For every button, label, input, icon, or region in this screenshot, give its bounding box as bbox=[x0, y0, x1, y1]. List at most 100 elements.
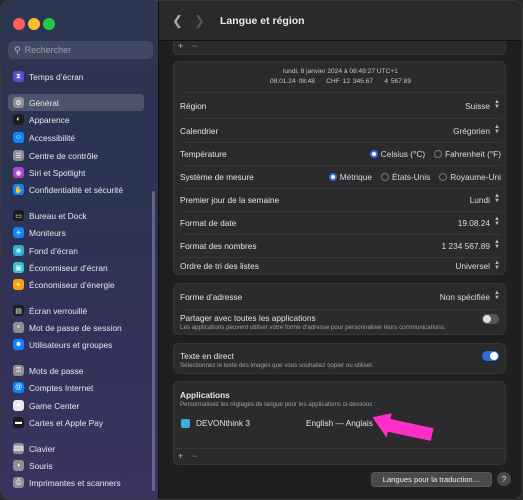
sidebar-item-label: Centre de contrôle bbox=[29, 150, 98, 161]
region-popup[interactable]: Suisse ▲ ▼ bbox=[465, 99, 501, 111]
sidebar-item-7[interactable]: ▭ Bureau et Dock bbox=[8, 207, 144, 224]
sidebar-item-label: Mots de passe bbox=[29, 365, 84, 376]
sidebar-item-15[interactable]: ⚿ Mots de passe bbox=[8, 362, 144, 379]
popup-chevron-icon: ▲ ▼ bbox=[494, 239, 500, 250]
settings-window: ⚲ Rechercher ⧗ Temps d’écran ⚙ Général ◐ Appa… bbox=[0, 0, 523, 500]
sort-order-popup[interactable]: Universel ▲ ▼ bbox=[455, 260, 501, 272]
appearance-icon: ◐ bbox=[13, 114, 24, 125]
sidebar-item-label: Siri et Spotlight bbox=[29, 167, 86, 178]
live-text-label: Texte en direct bbox=[180, 351, 234, 361]
format-preview-line2: 08.01.24 08:48 CHF 12 345.67 4 567.89 bbox=[269, 78, 412, 85]
mouse-icon: ◖ bbox=[13, 460, 24, 471]
sidebar-item-19[interactable]: ⌨ Clavier bbox=[8, 440, 144, 457]
fahrenheit-radio[interactable]: Fahrenheit (°F) bbox=[434, 149, 501, 159]
sidebar-item-2[interactable]: ◐ Apparence bbox=[8, 111, 144, 128]
share-address-toggle[interactable] bbox=[482, 314, 499, 324]
date-format-row: Format de date 19.08.24 ▲ ▼ bbox=[180, 216, 501, 228]
applications-description: Personnalisez les réglages de langue pou… bbox=[180, 401, 376, 408]
sidebar-item-18[interactable]: ▬ Cartes et Apple Pay bbox=[8, 414, 144, 431]
close-window-button[interactable] bbox=[13, 18, 25, 30]
keyboard-icon: ⌨ bbox=[13, 443, 24, 454]
measurement-row: Système de mesure Métrique États-Unis Ro… bbox=[180, 171, 501, 182]
share-address-label: Partager avec toutes les applications bbox=[180, 313, 316, 323]
metric-radio[interactable]: Métrique bbox=[328, 172, 372, 182]
sidebar-item-9[interactable]: ❀ Fond d’écran bbox=[8, 242, 144, 259]
sidebar-item-11[interactable]: ☀ Économiseur d’énergie bbox=[8, 276, 144, 293]
sidebar-item-14[interactable]: ☻ Utilisateurs et groupes bbox=[8, 336, 144, 353]
sidebar-item-21[interactable]: ⎙ Imprimantes et scanners bbox=[8, 474, 144, 491]
date-format-popup[interactable]: 19.08.24 ▲ ▼ bbox=[458, 216, 501, 228]
sidebar-item-5[interactable]: ◉ Siri et Spotlight bbox=[8, 164, 144, 181]
at-icon: @ bbox=[13, 382, 24, 393]
sidebar-item-label: Souris bbox=[29, 460, 53, 471]
zoom-window-button[interactable] bbox=[43, 18, 55, 30]
popup-chevron-icon: ▲ ▼ bbox=[494, 193, 500, 204]
address-form-popup[interactable]: Non spécifiée ▲ ▼ bbox=[440, 290, 501, 302]
sidebar-item-label: Imprimantes et scanners bbox=[29, 477, 121, 488]
sidebar-item-label: Comptes Internet bbox=[29, 382, 94, 393]
us-radio[interactable]: États-Unis bbox=[380, 172, 430, 182]
wallet-icon: ▬ bbox=[13, 417, 24, 428]
minimize-window-button[interactable] bbox=[28, 18, 40, 30]
help-button[interactable]: ? bbox=[497, 472, 511, 486]
region-row: Région Suisse ▲ ▼ bbox=[180, 99, 501, 111]
app-list-row[interactable]: DEVONthink 3 English — Anglais bbox=[177, 413, 504, 433]
first-day-popup[interactable]: Lundi ▲ ▼ bbox=[470, 193, 501, 205]
forward-button[interactable]: ❯ bbox=[194, 13, 208, 29]
hand-icon: ✋ bbox=[13, 184, 24, 195]
add-app-button[interactable]: + bbox=[178, 451, 183, 461]
sidebar: ⚲ Rechercher ⧗ Temps d’écran ⚙ Général ◐ Appa… bbox=[1, 1, 159, 499]
back-button[interactable]: ❮ bbox=[172, 13, 186, 29]
live-text-toggle[interactable] bbox=[482, 351, 499, 361]
sidebar-item-label: Cartes et Apple Pay bbox=[29, 417, 104, 428]
sidebar-item-0[interactable]: ⧗ Temps d’écran bbox=[8, 68, 144, 85]
popup-chevron-icon: ▲ ▼ bbox=[494, 216, 500, 227]
gear-icon: ⚙ bbox=[13, 97, 24, 108]
uk-radio[interactable]: Royaume-Uni bbox=[439, 172, 501, 182]
users-icon: ☻ bbox=[13, 339, 24, 350]
sidebar-scrollbar[interactable] bbox=[152, 191, 155, 491]
wallpaper-icon: ❀ bbox=[13, 245, 24, 256]
remove-app-button[interactable]: − bbox=[192, 451, 197, 461]
popup-chevron-icon: ▲ ▼ bbox=[494, 124, 500, 135]
address-form-group: Forme d’adresse Non spécifiée ▲ ▼ Partager… bbox=[173, 283, 506, 335]
sidebar-item-12[interactable]: ▤ Écran verrouillé bbox=[8, 302, 144, 319]
sort-order-row: Ordre de tri des listes Universel ▲ ▼ bbox=[180, 259, 501, 272]
sidebar-item-8[interactable]: ☀ Moniteurs bbox=[8, 224, 144, 241]
search-placeholder: Rechercher bbox=[24, 45, 72, 55]
search-field[interactable]: ⚲ Rechercher bbox=[8, 41, 153, 59]
applications-title: Applications bbox=[180, 390, 230, 400]
sidebar-item-label: Utilisateurs et groupes bbox=[29, 339, 113, 350]
region-settings-group: lundi, 8 janvier 2024 à 08:48:27 UTC+1 0… bbox=[173, 61, 506, 275]
sidebar-item-13[interactable]: • Mot de passe de session bbox=[8, 319, 144, 336]
sidebar-item-16[interactable]: @ Comptes Internet bbox=[8, 379, 144, 396]
accessibility-icon: ☺ bbox=[13, 132, 24, 143]
sidebar-item-1[interactable]: ⚙ Général bbox=[8, 94, 144, 111]
sidebar-item-label: Moniteurs bbox=[29, 227, 66, 238]
sidebar-item-6[interactable]: ✋ Confidentialité et sécurité bbox=[8, 181, 144, 198]
sidebar-item-label: Bureau et Dock bbox=[29, 210, 87, 221]
app-name: DEVONthink 3 bbox=[196, 418, 250, 428]
celsius-radio[interactable]: Celsius (°C) bbox=[369, 149, 425, 159]
remove-language-button[interactable]: − bbox=[192, 41, 197, 51]
hourglass-icon: ⧗ bbox=[13, 71, 24, 82]
password-icon: • bbox=[13, 322, 24, 333]
live-text-description: Sélectionnez le texte des images que vou… bbox=[180, 362, 374, 369]
devonthink-app-icon bbox=[181, 418, 190, 428]
sidebar-item-label: Accessibilité bbox=[29, 132, 76, 143]
sidebar-item-3[interactable]: ☺ Accessibilité bbox=[8, 129, 144, 146]
live-text-group: Texte en direct Sélectionnez le texte de… bbox=[173, 343, 506, 374]
annotation-arrow bbox=[372, 413, 434, 441]
sidebar-item-17[interactable]: ● Game Center bbox=[8, 397, 144, 414]
number-format-popup[interactable]: 1 234 567.89 ▲ ▼ bbox=[442, 239, 501, 251]
sidebar-item-20[interactable]: ◖ Souris bbox=[8, 457, 144, 474]
sidebar-item-4[interactable]: ☰ Centre de contrôle bbox=[8, 147, 144, 164]
add-language-button[interactable]: + bbox=[178, 41, 183, 51]
display-icon: ☀ bbox=[13, 227, 24, 238]
siri-icon: ◉ bbox=[13, 167, 24, 178]
translation-languages-button[interactable]: Langues pour la traduction… bbox=[371, 472, 492, 487]
sidebar-item-10[interactable]: ▣ Économiseur d’écran bbox=[8, 259, 144, 276]
format-preview-line1: lundi, 8 janvier 2024 à 08:48:27 UTC+1 bbox=[283, 68, 398, 75]
calendar-popup[interactable]: Grégorien ▲ ▼ bbox=[453, 124, 501, 136]
dock-icon: ▭ bbox=[13, 210, 24, 221]
